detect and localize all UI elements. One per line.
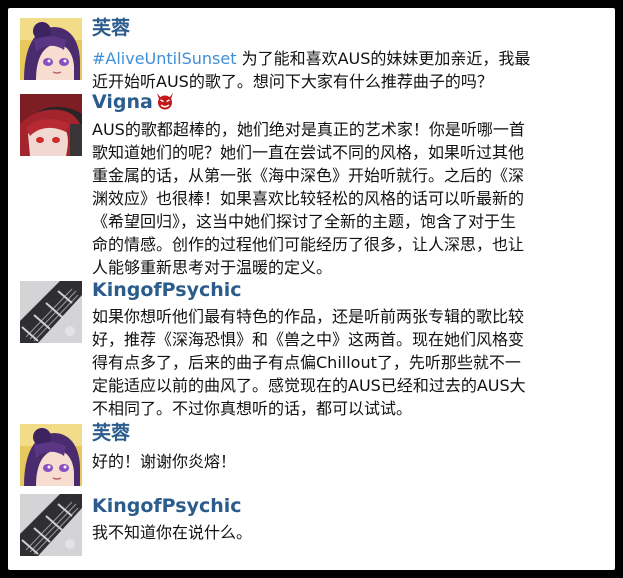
purple-hair-girl-avatar [20,424,82,486]
guitar-neck-avatar [20,494,82,556]
avatar[interactable] [20,494,82,556]
guitar-neck-avatar [20,281,82,343]
user-name[interactable]: 芙蓉 [92,16,130,40]
message-line-text: 为了能和喜欢AUS的妹妹更加亲近，我最 [241,49,531,68]
user-name[interactable]: KingofPsychic [92,278,242,302]
message-line: 人能够重新思考对于温暖的定义。 [92,258,333,277]
user-name[interactable]: KingofPsychic [92,494,242,518]
message-line: 《希望回归》，这当中她们探讨了全新的主题，饱含了对于生 [92,212,517,231]
chat-panel: 芙蓉 #AliveUntilSunset 为了能和喜欢AUS的妹妹更加亲近，我最… [8,8,615,570]
hashtag-link[interactable]: #AliveUntilSunset [92,49,236,68]
message-line: 好，推荐《深海恐惧》和《兽之中》这两首。现在她们风格变 [92,330,525,349]
purple-hair-girl-avatar [20,18,82,80]
message-line: 歌知道她们的呢？她们一直在尝试不同的风格，如果听过其他 [92,143,525,162]
avatar[interactable] [20,281,82,343]
message-text: #AliveUntilSunset 为了能和喜欢AUS的妹妹更加亲近，我最 近开… [92,47,602,93]
user-name-row[interactable]: Vigna [92,90,175,114]
message-text: AUS的歌都超棒的，她们绝对是真正的艺术家！你是听哪一首 歌知道她们的呢？她们一… [92,118,602,279]
user-name[interactable]: 芙蓉 [92,421,130,445]
message-line: 如果你想听他们最有特色的作品，还是听前两张专辑的歌比较 [92,307,525,326]
message-line: 我不知道你在说什么。 [92,523,253,542]
message-line: 好的！谢谢你炎熔！ [92,452,237,471]
avatar[interactable] [20,18,82,80]
message-line: #AliveUntilSunset 为了能和喜欢AUS的妹妹更加亲近，我最 [92,47,602,70]
message-line: AUS的歌都超棒的，她们绝对是真正的艺术家！你是听哪一首 [92,120,525,139]
avatar[interactable] [20,94,82,156]
user-name[interactable]: Vigna [92,91,153,113]
message-text: 如果你想听他们最有特色的作品，还是听前两张专辑的歌比较 好，推荐《深海恐惧》和《… [92,305,602,420]
message-line: 不相同了。不过你真想听的话，都可以试试。 [92,399,413,418]
message-text: 我不知道你在说什么。 [92,521,602,544]
message-line: 重金属的话，从第一张《海中深色》开始听就行。之后的《深 [92,166,525,185]
message-line: 渊效应》也很棒！如果喜欢比较轻松的风格的话可以听最新的 [92,189,525,208]
avatar[interactable] [20,424,82,486]
message-text: 好的！谢谢你炎熔！ [92,450,602,473]
message-line: 命的情感。创作的过程他们可能经历了很多，让人深思，也让 [92,235,525,254]
message-line: 定能适应以前的曲风了。感觉现在的AUS已经和过去的AUS大 [92,376,526,395]
devil-emoji-icon [156,93,173,110]
message-line: 得有点多了，后来的曲子有点偏Chillout了，先听那些就不一 [92,353,521,372]
red-hair-girl-avatar [20,94,82,156]
